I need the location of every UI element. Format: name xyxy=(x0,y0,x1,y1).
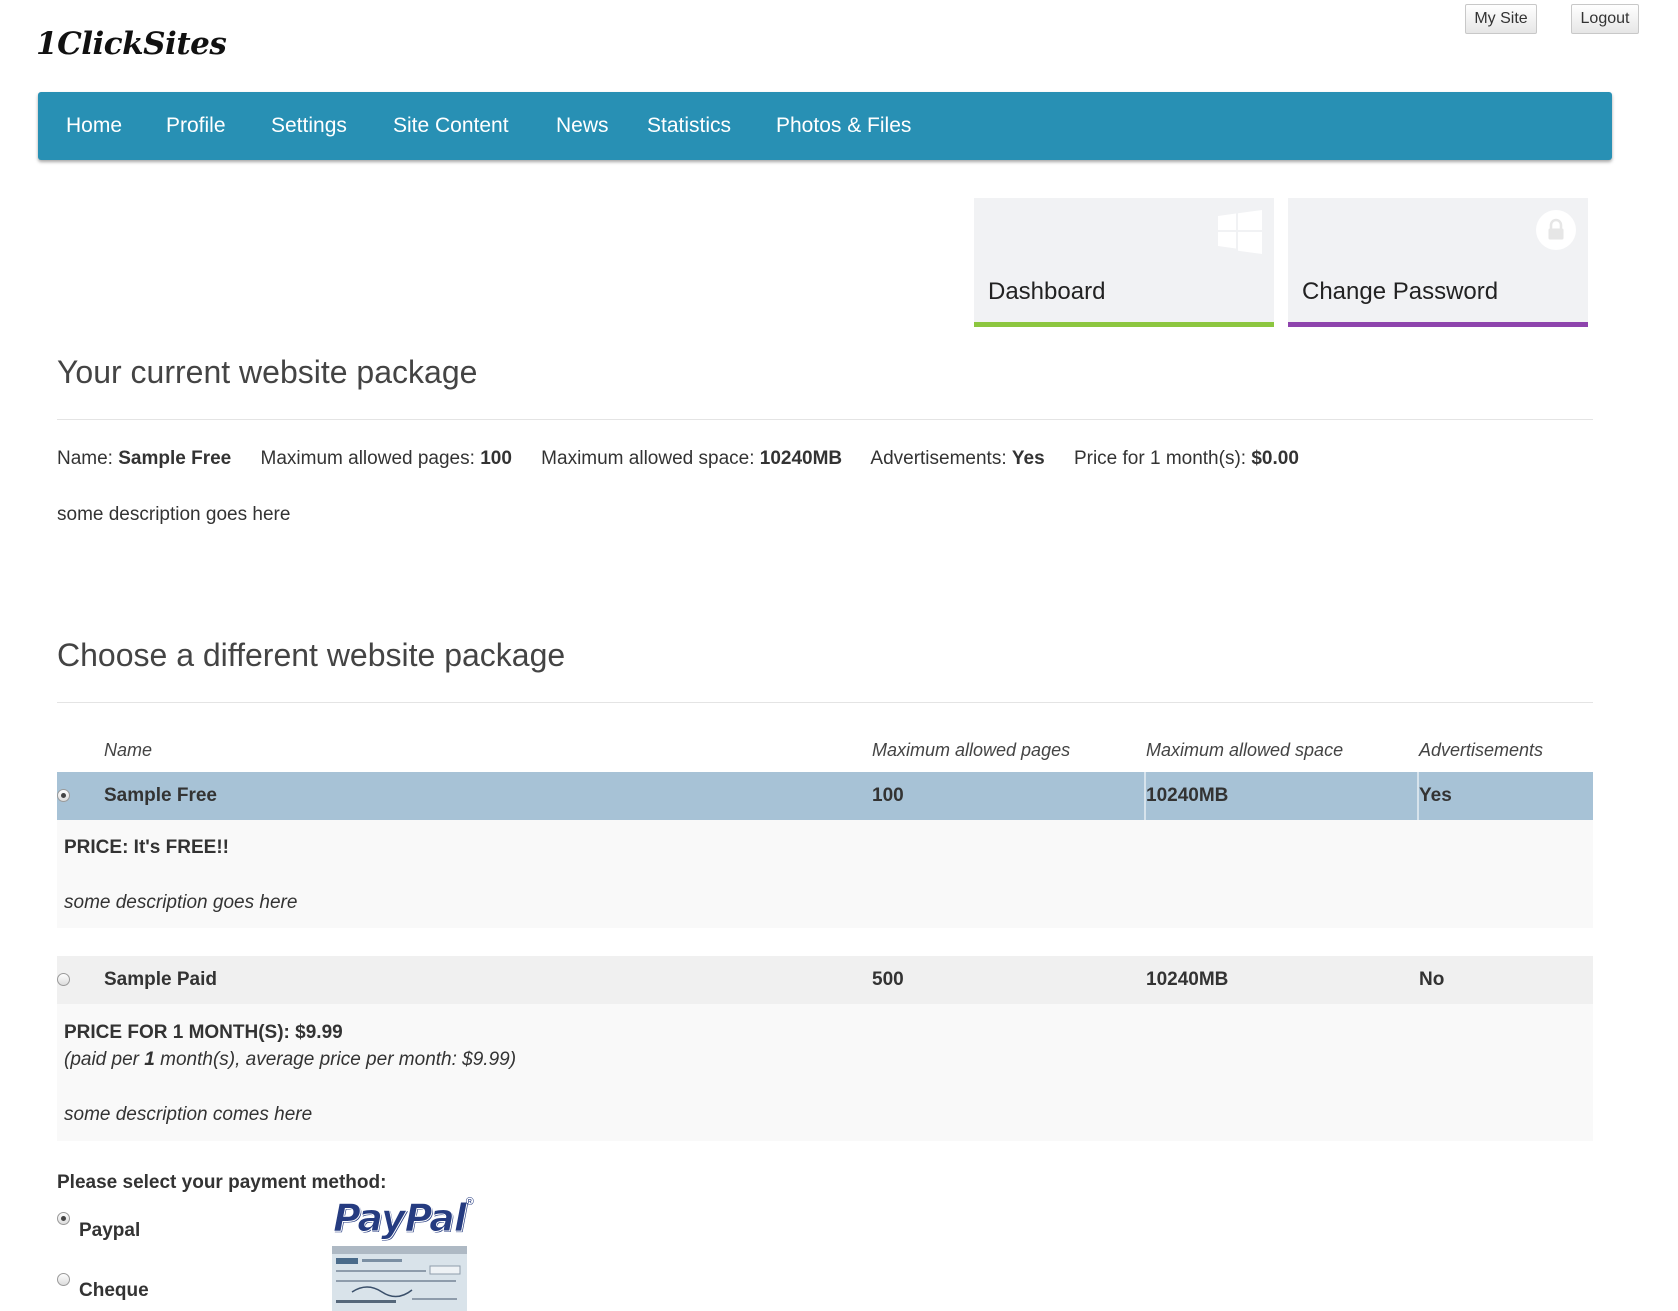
package-price-note: (paid per 1 month(s), average price per … xyxy=(64,1049,517,1070)
my-site-button[interactable]: My Site xyxy=(1465,4,1537,34)
package-ads: Yes xyxy=(1419,785,1452,806)
package-ads: No xyxy=(1419,969,1445,990)
column-header-space: Maximum allowed space xyxy=(1146,740,1344,760)
package-pages: 500 xyxy=(872,969,904,990)
column-header-name: Name xyxy=(104,740,153,760)
nav-home[interactable]: Home xyxy=(66,92,122,160)
package-description: some description comes here xyxy=(64,1104,313,1125)
package-price: PRICE FOR 1 MONTH(S): $9.99 xyxy=(64,1022,343,1043)
info-price: Price for 1 month(s): $0.00 xyxy=(1073,448,1299,469)
choose-package-title: Choose a different website package xyxy=(57,637,566,673)
divider xyxy=(57,419,1593,420)
package-name: Sample Paid xyxy=(104,969,217,990)
package-radio[interactable] xyxy=(57,789,70,802)
info-name: Name: Sample Free xyxy=(57,448,232,469)
package-detail-sample-paid: PRICE FOR 1 MONTH(S): $9.99 (paid per 1 … xyxy=(57,1004,1593,1141)
lock-icon xyxy=(1536,210,1576,255)
nav-statistics[interactable]: Statistics xyxy=(647,92,731,160)
dashboard-tile[interactable]: Dashboard xyxy=(974,198,1274,327)
column-header-pages: Maximum allowed pages xyxy=(872,740,1071,760)
divider xyxy=(57,702,1593,703)
cheque-radio[interactable] xyxy=(57,1273,70,1286)
payment-method-prompt: Please select your payment method: xyxy=(57,1172,387,1193)
package-radio[interactable] xyxy=(57,973,70,986)
cheque-label[interactable]: Cheque xyxy=(79,1280,149,1302)
nav-profile[interactable]: Profile xyxy=(166,92,226,160)
package-space: 10240MB xyxy=(1146,785,1229,806)
column-header-ads: Advertisements xyxy=(1419,740,1544,760)
dashboard-label: Dashboard xyxy=(988,278,1106,305)
cheque-image xyxy=(332,1246,467,1311)
info-ads: Advertisements: Yes xyxy=(870,448,1045,469)
info-space: Maximum allowed space: 10240MB xyxy=(541,448,843,469)
windows-icon xyxy=(1218,210,1262,259)
site-logo[interactable]: 1ClickSites xyxy=(36,26,227,62)
package-name: Sample Free xyxy=(104,785,217,806)
package-row-sample-paid[interactable]: Sample Paid 500 10240MB No xyxy=(57,956,1593,1004)
nav-photos-files[interactable]: Photos & Files xyxy=(776,92,911,160)
paypal-radio[interactable] xyxy=(57,1212,70,1225)
package-price: PRICE: It's FREE!! xyxy=(64,837,229,858)
package-row-sample-free[interactable]: Sample Free 100 10240MB Yes xyxy=(57,772,1593,820)
nav-news[interactable]: News xyxy=(556,92,609,160)
change-password-tile[interactable]: Change Password xyxy=(1288,198,1588,327)
paypal-label[interactable]: Paypal xyxy=(79,1220,140,1242)
current-package-info: Name: Sample Free Maximum allowed pages:… xyxy=(57,448,1323,470)
nav-settings[interactable]: Settings xyxy=(271,92,347,160)
package-space: 10240MB xyxy=(1146,969,1229,990)
main-navbar: Home Profile Settings Site Content News … xyxy=(38,92,1612,160)
change-password-label: Change Password xyxy=(1302,278,1499,305)
package-pages: 100 xyxy=(872,785,904,806)
package-description: some description goes here xyxy=(64,892,298,913)
info-pages: Maximum allowed pages: 100 xyxy=(260,448,512,469)
logout-button[interactable]: Logout xyxy=(1571,4,1639,34)
nav-site-content[interactable]: Site Content xyxy=(393,92,509,160)
paypal-logo: PayPal® xyxy=(333,1196,474,1241)
current-package-title: Your current website package xyxy=(57,354,478,390)
package-detail-sample-free: PRICE: It's FREE!! some description goes… xyxy=(57,820,1593,928)
current-package-description: some description goes here xyxy=(57,504,291,525)
